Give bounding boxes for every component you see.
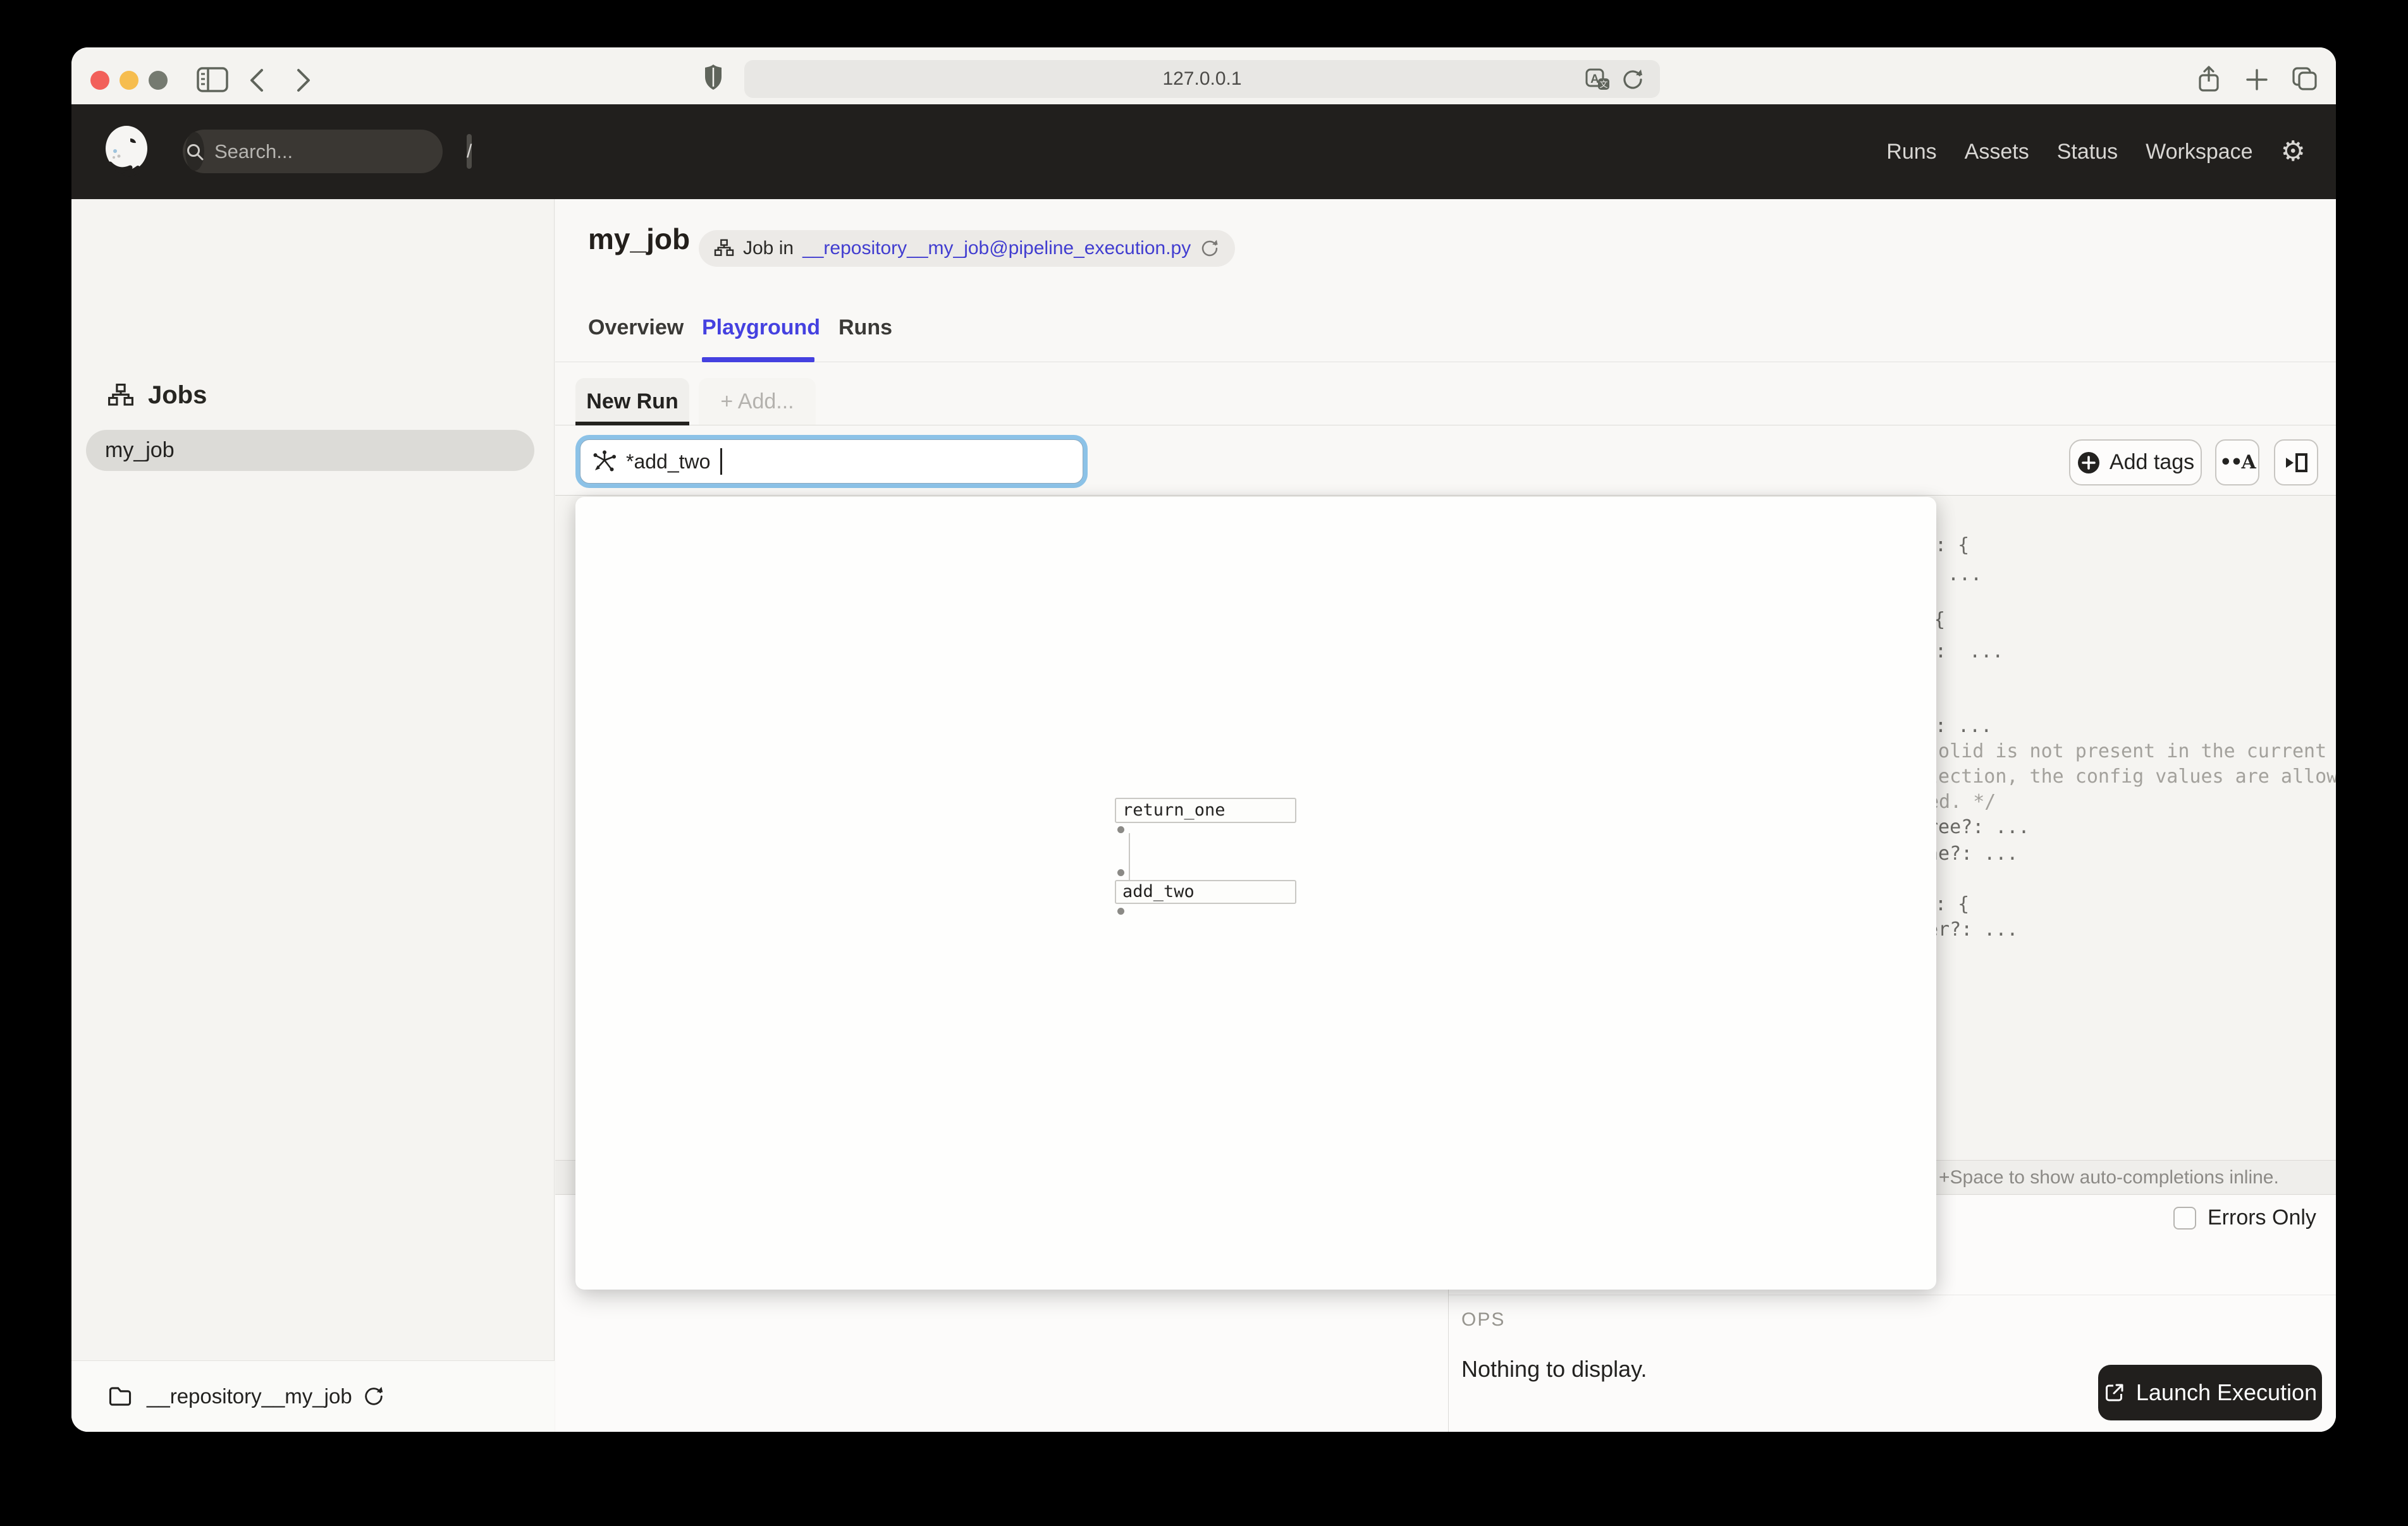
errors-only-checkbox[interactable] [2173,1207,2196,1230]
nav-runs[interactable]: Runs [1886,140,1936,164]
back-icon[interactable] [247,68,266,93]
launch-label: Launch Execution [2136,1379,2317,1406]
config-fragment: ... [1948,562,1982,587]
config-fragment: : { [1935,892,1969,917]
nav-workspace[interactable]: Workspace [2146,140,2252,164]
address-bar[interactable]: 127.0.0.1 A文 [744,60,1660,98]
op-selector-focus-ring: *add_two [575,435,1088,488]
zoom-window-button[interactable] [149,71,168,90]
autocomplete-hint: +Space to show auto-completions inline. [1939,1161,2279,1194]
workflow-icon [714,238,734,259]
op-node-return-one[interactable]: return_one [1115,798,1296,823]
config-fragment: : ... [1935,714,1992,739]
config-comment-fragment: ed. */ [1927,790,1996,815]
page-title: my_job [588,222,690,256]
workflow-icon [108,382,134,409]
dagster-logo[interactable] [102,125,152,179]
tab-playground[interactable]: Playground [702,315,820,340]
badge-prefix: Job in [743,238,794,259]
search-shortcut-badge: / [467,134,472,169]
add-tags-button[interactable]: Add tags [2069,439,2202,485]
config-comment-fragment: solid is not present in the current [1927,739,2326,764]
new-tab-icon[interactable] [2245,68,2268,91]
op-node-label: return_one [1122,800,1226,820]
add-tags-label: Add tags [2110,450,2194,475]
close-window-button[interactable] [90,71,109,90]
config-fragment: : ... [1935,639,2003,664]
launch-execution-button[interactable]: Launch Execution [2098,1365,2322,1420]
errors-only-toggle[interactable]: Errors Only [2173,1206,2316,1230]
session-tab-add-label: + Add... [720,389,794,414]
output-dot[interactable] [1117,908,1124,915]
tab-overview[interactable]: Overview [588,315,684,340]
session-tabs-row: New Run + Add... [555,378,2336,425]
settings-gear-icon[interactable]: ⚙ [2281,138,2306,166]
config-fragment: : { [1935,533,1969,558]
graph-preview-panel[interactable]: return_one add_two [575,497,1936,1290]
forward-icon[interactable] [294,68,313,93]
op-node-label: add_two [1122,882,1195,901]
badge-repository-link[interactable]: __repository__my_job@pipeline_execution.… [802,238,1191,259]
badge-reload-icon[interactable] [1200,238,1220,259]
sidebar: Jobs my_job __repository__my_job [71,199,555,1432]
repository-reload-icon[interactable] [362,1385,385,1408]
nav-status[interactable]: Status [2057,140,2118,164]
plus-circle-icon [2077,451,2101,475]
repository-row[interactable]: __repository__my_job [71,1360,555,1432]
input-dot[interactable] [1117,869,1124,876]
op-node-add-two[interactable]: add_two [1115,880,1296,904]
minimize-window-button[interactable] [120,71,138,90]
errors-only-label: Errors Only [2208,1206,2316,1230]
ops-empty-message: Nothing to display. [1461,1356,1647,1383]
session-tab-add[interactable]: + Add... [699,378,816,425]
tab-runs[interactable]: Runs [838,315,892,340]
nav-assets[interactable]: Assets [1965,140,2029,164]
top-nav: Runs Assets Status Workspace ⚙ [1886,104,2306,199]
search-input[interactable] [204,140,467,163]
jobs-header: Jobs [108,381,207,410]
folder-icon [108,1385,133,1408]
jobs-title: Jobs [148,381,207,410]
reload-icon[interactable] [1621,68,1645,92]
app-header: / Runs Assets Status Workspace ⚙ [71,104,2336,199]
config-fragment: ree?: ... [1927,815,2030,840]
ops-section: OPS Nothing to display. Launch Execution [1449,1295,2336,1432]
text-caret [720,448,722,475]
page-tabs: Overview Playground Runs [555,313,2336,362]
translate-icon[interactable]: A文 [1585,68,1611,91]
ops-section-title: OPS [1461,1309,1505,1331]
browser-window: 127.0.0.1 A文 [71,47,2336,1432]
active-tab-underline [702,357,814,362]
play-panel-icon [2282,450,2310,475]
launch-icon [2103,1381,2126,1404]
svg-text:文: 文 [1599,80,1607,89]
config-fragment: er?: ... [1927,917,2018,943]
autocomplete-icon: ••A [2220,451,2255,473]
expand-panel-button[interactable] [2274,439,2318,485]
screen: 127.0.0.1 A文 [0,0,2408,1526]
graph-edge [1129,833,1130,880]
search-icon [185,132,204,171]
shield-icon[interactable] [703,63,724,91]
global-search[interactable]: / [183,130,443,173]
op-graph-icon [592,449,617,473]
autocomplete-config-button[interactable]: ••A [2215,439,2259,485]
session-tab-label: New Run [586,389,678,414]
config-comment-fragment: lection, the config values are allowed [1927,764,2336,790]
session-tab-new-run[interactable]: New Run [575,378,689,425]
op-selector-value: *add_two [626,450,710,473]
sidebar-toggle-icon[interactable] [196,66,229,93]
config-fragment: ne?: ... [1927,841,2018,867]
repository-label: __repository__my_job [147,1384,352,1408]
job-origin-badge: Job in __repository__my_job@pipeline_exe… [699,230,1235,267]
job-item-label: my_job [105,438,175,463]
tab-overview-icon[interactable] [2291,66,2319,92]
url-text: 127.0.0.1 [744,60,1660,98]
op-selector-input[interactable]: *add_two [580,439,1083,484]
browser-toolbar: 127.0.0.1 A文 [71,47,2336,104]
output-dot[interactable] [1117,826,1124,833]
sidebar-item-my-job[interactable]: my_job [86,430,534,471]
share-icon[interactable] [2196,65,2221,93]
